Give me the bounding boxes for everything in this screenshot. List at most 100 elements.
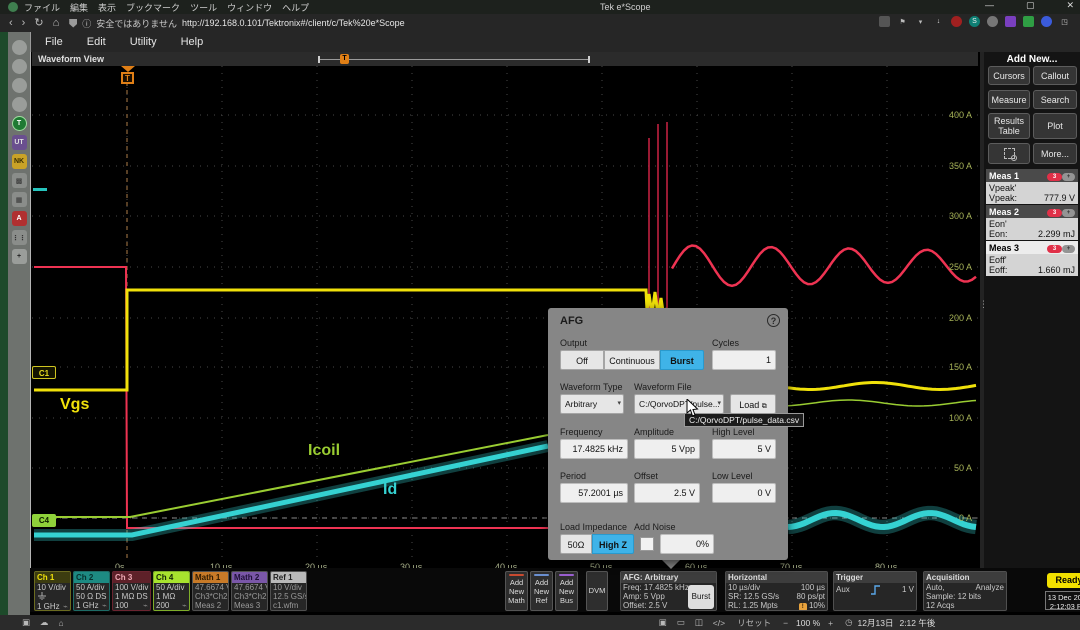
period-input[interactable]: 57.2001 µs	[560, 483, 628, 503]
overview-range-bar[interactable]	[318, 56, 590, 63]
sidebar-tab-icon-4[interactable]	[12, 97, 27, 112]
reset-link[interactable]: リセット	[737, 617, 771, 629]
dvm-button[interactable]: DVM	[586, 571, 608, 611]
menu-tools-jp[interactable]: ツール	[190, 1, 217, 14]
capture-icon[interactable]: ▣	[659, 617, 667, 628]
reload-icon[interactable]: ↻	[34, 14, 43, 32]
puzzle-icon[interactable]: ◳	[1059, 16, 1070, 27]
ch2-badge[interactable]: Ch 2 50 A/div 50 Ω DS 1 GHz⌁	[73, 571, 110, 611]
output-continuous-button[interactable]: Continuous	[604, 350, 660, 370]
ext-s-icon[interactable]: S	[969, 16, 980, 27]
measure-button[interactable]: Measure	[988, 90, 1030, 109]
sidebar-tek-icon[interactable]: T	[12, 116, 27, 131]
help-icon[interactable]: ?	[767, 314, 780, 327]
add-new-ref-button[interactable]: Add New Ref	[530, 571, 553, 611]
math2-badge[interactable]: Math 2 47.6674 V... Ch3*Ch2 Meas 3	[231, 571, 268, 611]
high-level-input[interactable]: 5 V	[712, 439, 776, 459]
horizontal-badge[interactable]: Horizontal 10 µs/div100 µs SR: 12.5 GS/s…	[725, 571, 828, 611]
sidebar-tab-icon-3[interactable]	[12, 78, 27, 93]
noise-percent-input[interactable]: 0%	[660, 534, 714, 554]
panel-toggle-icon[interactable]: ▣	[22, 617, 30, 628]
offset-input[interactable]: 2.5 V	[634, 483, 700, 503]
maximize-icon[interactable]: ▢	[1026, 0, 1035, 11]
download-icon[interactable]: ↓	[933, 16, 944, 27]
ch1-badge[interactable]: Ch 1 10 V/div 1 GHz⌁	[34, 571, 71, 611]
sidebar-nk-icon[interactable]: NK	[12, 154, 27, 169]
chevron-down-icon[interactable]: ▾	[915, 16, 926, 27]
results-table-button[interactable]: Results Table	[988, 113, 1030, 139]
image-icon[interactable]: ◫	[695, 617, 703, 628]
url-text[interactable]: http://192.168.0.101/Tektronix#/client/c…	[182, 18, 405, 28]
overview-trigger-icon[interactable]: T	[340, 54, 349, 64]
ext-red-icon[interactable]	[951, 16, 962, 27]
sidebar-grid-icon[interactable]: ⋮⋮	[12, 230, 27, 245]
menu-file[interactable]: File	[45, 36, 63, 48]
bookmark-icon[interactable]: ⚑	[897, 16, 908, 27]
load-button[interactable]: Load ⧉	[730, 394, 776, 414]
plot-button[interactable]: Plot	[1033, 113, 1077, 139]
window-icon[interactable]: ▭	[677, 617, 685, 628]
low-level-input[interactable]: 0 V	[712, 483, 776, 503]
graticule[interactable]: T C1 C4 Vgs Icoil Id 400 A350 A300 A250 …	[32, 66, 978, 574]
menu-view-jp[interactable]: 表示	[98, 1, 116, 14]
ext-gray-icon[interactable]	[987, 16, 998, 27]
math1-badge[interactable]: Math 1 47.6674 V... Ch3*Ch2 Meas 2	[192, 571, 229, 611]
menu-help-jp[interactable]: ヘルプ	[282, 1, 309, 14]
url-box[interactable]: ⓘ 安全ではありません http://192.168.0.101/Tektron…	[69, 17, 404, 30]
cursors-button[interactable]: Cursors	[988, 66, 1030, 85]
sidebar-add-icon[interactable]: +	[12, 249, 27, 264]
sidebar-a-icon[interactable]: A	[12, 211, 27, 226]
ext-blue-icon[interactable]	[1041, 16, 1052, 27]
minimize-icon[interactable]: —	[985, 0, 994, 11]
add-new-math-button[interactable]: Add New Math	[505, 571, 528, 611]
burst-button[interactable]: Burst	[688, 585, 714, 609]
sidebar-pattern-icon-1[interactable]: ▩	[12, 173, 27, 188]
meas3-badge[interactable]: Meas 3 3+ Eoff' Eoff:1.660 mJ	[986, 241, 1078, 276]
forward-icon[interactable]: ›	[22, 14, 26, 32]
grid-icon[interactable]	[879, 16, 890, 27]
acquisition-badge[interactable]: Acquisition Auto,Analyze Sample: 12 bits…	[923, 571, 1007, 611]
frequency-input[interactable]: 17.4825 kHz	[560, 439, 628, 459]
sidebar-pattern-icon-2[interactable]: ▦	[12, 192, 27, 207]
trigger-badge[interactable]: Trigger Aux 1 V	[833, 571, 917, 611]
sidebar-tab-icon-2[interactable]	[12, 59, 27, 74]
output-off-button[interactable]: Off	[560, 350, 604, 370]
zoom-level[interactable]: 100 %	[796, 618, 820, 628]
ref1-badge[interactable]: Ref 1 10 V/div 12.5 GS/s c1.wfm	[270, 571, 307, 611]
ext-purple-icon[interactable]	[1005, 16, 1016, 27]
ch4-badge[interactable]: Ch 4 50 A/div 1 MΩ 200 MHz⌁	[153, 571, 190, 611]
menu-help[interactable]: Help	[181, 36, 204, 48]
code-icon[interactable]: </>	[713, 618, 725, 628]
impedance-50-button[interactable]: 50Ω	[560, 534, 592, 554]
sidebar-ut-icon[interactable]: UT	[12, 135, 27, 150]
afg-badge[interactable]: AFG: Arbitrary Freq: 17.4825 kHz Amp: 5 …	[620, 571, 717, 611]
callout-button[interactable]: Callout	[1033, 66, 1077, 85]
add-noise-checkbox[interactable]	[640, 537, 654, 551]
waveform-type-select[interactable]: Arbitrary▾	[560, 394, 624, 414]
zoom-out-icon[interactable]: −	[783, 618, 788, 628]
sidebar-tab-icon-1[interactable]	[12, 40, 27, 55]
add-new-bus-button[interactable]: Add New Bus	[555, 571, 578, 611]
amplitude-input[interactable]: 5 Vpp	[634, 439, 700, 459]
cycles-input[interactable]: 1	[712, 350, 776, 370]
menu-utility[interactable]: Utility	[130, 36, 157, 48]
cloud-icon[interactable]: ☁	[40, 617, 49, 628]
search-button[interactable]: Search	[1033, 90, 1077, 109]
ch2-position-marker[interactable]	[33, 188, 47, 191]
zoom-box-button[interactable]	[988, 143, 1030, 164]
more-button[interactable]: More...	[1033, 143, 1077, 164]
output-burst-button[interactable]: Burst	[660, 350, 704, 370]
zoom-in-icon[interactable]: +	[828, 618, 833, 628]
menu-window-jp[interactable]: ウィンドウ	[227, 1, 272, 14]
menu-edit[interactable]: Edit	[87, 36, 106, 48]
meas1-badge[interactable]: Meas 1 3+ Vpeak' Vpeak:777.9 V	[986, 169, 1078, 204]
ch3-badge[interactable]: Ch 3 100 V/div 1 MΩ DS 100 MHz⌁	[112, 571, 151, 611]
menu-bookmarks-jp[interactable]: ブックマーク	[126, 1, 180, 14]
menu-edit-jp[interactable]: 編集	[70, 1, 88, 14]
trigger-marker[interactable]: T	[120, 66, 135, 84]
waveform-file-select[interactable]: C:/QorvoDPT/pulse...▾	[634, 394, 724, 414]
close-icon[interactable]: ✕	[1066, 0, 1074, 11]
menu-file-jp[interactable]: ファイル	[24, 1, 60, 14]
ch1-marker[interactable]: C1	[32, 366, 56, 379]
meas2-badge[interactable]: Meas 2 3+ Eon' Eon:2.299 mJ	[986, 205, 1078, 240]
